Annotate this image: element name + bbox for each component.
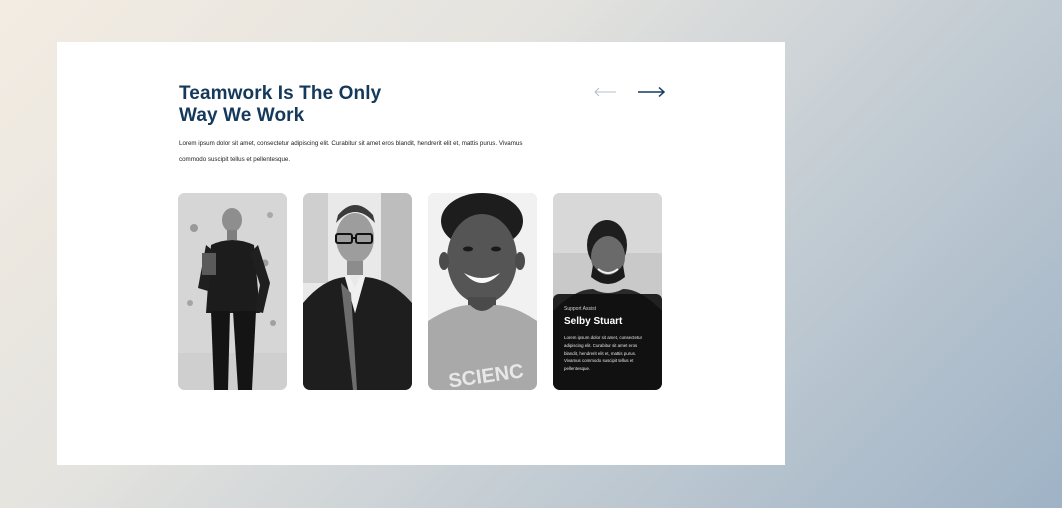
next-button[interactable] [636, 85, 666, 99]
team-member-1-photo [178, 193, 287, 390]
team-section: Teamwork Is The Only Way We Work Lorem i… [57, 42, 785, 465]
member-bio: Lorem ipsum dolor sit amet, consectetur … [564, 335, 643, 372]
team-member-card-2[interactable] [303, 193, 412, 390]
section-title: Teamwork Is The Only Way We Work [179, 83, 439, 127]
section-title-line-1: Teamwork Is The Only [179, 83, 382, 104]
arrow-left-icon [594, 87, 616, 97]
team-member-card-3[interactable]: SCIENC [428, 193, 537, 390]
section-title-line-2: Way We Work [179, 105, 305, 126]
member-role: Support Assist [564, 306, 596, 312]
team-member-3-photo: SCIENC [428, 193, 537, 390]
section-description: Lorem ipsum dolor sit amet, consectetur … [179, 140, 523, 163]
arrow-right-icon [638, 86, 666, 98]
member-name: Selby Stuart [564, 316, 623, 327]
team-member-card-1[interactable] [178, 193, 287, 390]
team-member-2-photo [303, 193, 412, 390]
previous-button[interactable] [593, 85, 623, 99]
member-info-overlay: Support Assist Selby Stuart Lorem ipsum … [553, 294, 662, 390]
team-member-card-4[interactable]: Support Assist Selby Stuart Lorem ipsum … [553, 193, 662, 390]
